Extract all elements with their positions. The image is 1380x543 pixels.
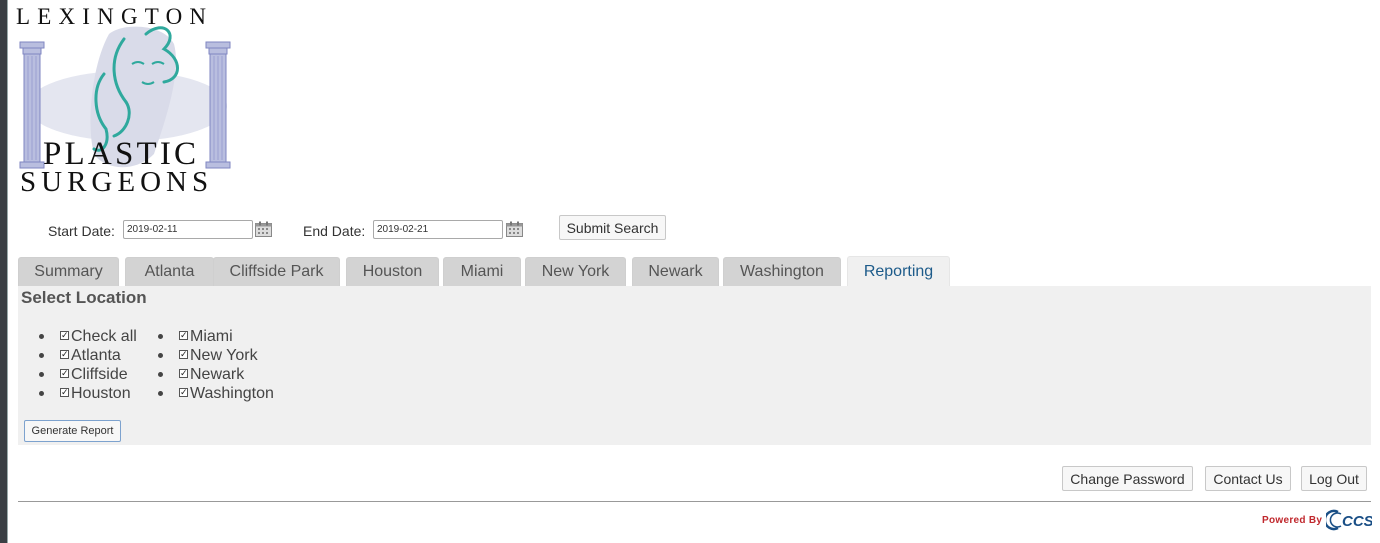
location-label: New York xyxy=(190,347,258,364)
location-label: Check all xyxy=(71,328,137,345)
company-logo: LEXINGTON PLASTIC SURGEONS xyxy=(14,4,240,200)
tab-new-york[interactable]: New York xyxy=(525,257,626,286)
bullet xyxy=(39,391,44,396)
calendar-icon[interactable] xyxy=(255,221,272,237)
change-password-button[interactable]: Change Password xyxy=(1062,466,1193,491)
bullet xyxy=(39,334,44,339)
checkbox-newark[interactable]: ✓ xyxy=(179,369,188,378)
generate-report-button[interactable]: Generate Report xyxy=(24,420,121,442)
checkbox-houston[interactable]: ✓ xyxy=(60,388,69,397)
tab-summary[interactable]: Summary xyxy=(18,257,119,286)
bullet xyxy=(39,372,44,377)
logo-text-surgeons: SURGEONS xyxy=(20,166,214,198)
log-out-button[interactable]: Log Out xyxy=(1301,466,1367,491)
checkbox-check-all[interactable]: ✓ xyxy=(60,331,69,340)
location-label: Miami xyxy=(190,328,233,345)
bullet xyxy=(158,353,163,358)
bullet xyxy=(39,353,44,358)
tab-reporting[interactable]: Reporting xyxy=(847,256,950,286)
submit-search-button[interactable]: Submit Search xyxy=(559,215,666,240)
bullet xyxy=(158,372,163,377)
start-date-label: Start Date: xyxy=(48,223,115,239)
calendar-icon[interactable] xyxy=(506,221,523,237)
tab-newark[interactable]: Newark xyxy=(632,257,719,286)
logo-text-lexington: LEXINGTON xyxy=(16,4,214,29)
tab-atlanta[interactable]: Atlanta xyxy=(125,257,214,286)
powered-by-text: Powered By xyxy=(1262,515,1323,526)
checkbox-new-york[interactable]: ✓ xyxy=(179,350,188,359)
bullet xyxy=(158,334,163,339)
window-left-edge-line xyxy=(7,0,8,543)
tab-cliffside-park[interactable]: Cliffside Park xyxy=(213,257,340,286)
tab-miami[interactable]: Miami xyxy=(443,257,521,286)
location-label: Cliffside xyxy=(71,366,128,383)
date-search-bar: Start Date: 2019-02-11 End Date: 2019-02… xyxy=(0,214,1380,246)
ccs-logo-text: CCS xyxy=(1342,513,1372,530)
location-label: Newark xyxy=(190,366,245,383)
footer-divider xyxy=(18,501,1371,502)
panel-title: Select Location xyxy=(21,288,147,307)
tab-houston[interactable]: Houston xyxy=(346,257,439,286)
checkbox-cliffside[interactable]: ✓ xyxy=(60,369,69,378)
end-date-input[interactable]: 2019-02-21 xyxy=(373,220,503,239)
end-date-label: End Date: xyxy=(303,223,366,239)
checkbox-miami[interactable]: ✓ xyxy=(179,331,188,340)
contact-us-button[interactable]: Contact Us xyxy=(1205,466,1291,491)
location-label: Atlanta xyxy=(71,347,121,364)
tab-washington[interactable]: Washington xyxy=(723,257,841,286)
checkbox-washington[interactable]: ✓ xyxy=(179,388,188,397)
location-label: Washington xyxy=(190,385,274,402)
location-label: Houston xyxy=(71,385,131,402)
bullet xyxy=(158,391,163,396)
window-left-edge xyxy=(0,0,7,543)
reporting-panel: Select Location ✓ Check all ✓ Atlanta ✓ … xyxy=(18,286,1371,445)
ccs-logo-icon[interactable]: CCS xyxy=(1326,509,1372,531)
checkbox-atlanta[interactable]: ✓ xyxy=(60,350,69,359)
start-date-input[interactable]: 2019-02-11 xyxy=(123,220,253,239)
